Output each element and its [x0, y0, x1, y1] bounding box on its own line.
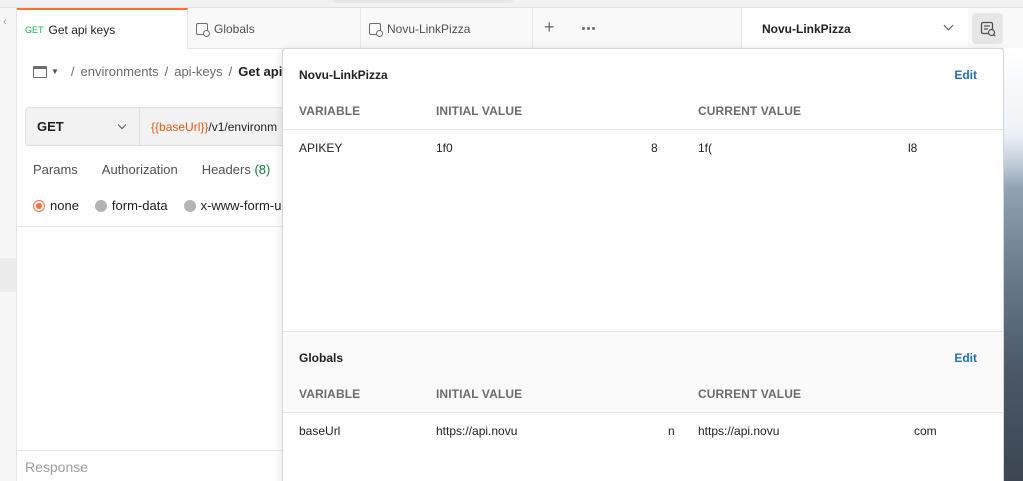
tab-label: Novu-LinkPizza — [387, 21, 471, 36]
edit-globals-link[interactable]: Edit — [954, 351, 977, 365]
initial-value-start[interactable]: 1f0 — [436, 141, 453, 155]
environment-icon — [196, 22, 210, 37]
collection-icon[interactable] — [33, 65, 47, 78]
variable-name[interactable]: baseUrl — [299, 424, 340, 438]
column-header-current-value: CURRENT VALUE — [698, 104, 802, 118]
response-label: Response — [25, 459, 89, 475]
request-name[interactable]: Get api — [238, 64, 282, 79]
body-option-label: x-www-form-u — [200, 198, 282, 213]
caret-down-icon[interactable]: ▼ — [51, 67, 59, 76]
sidebar-selected-item[interactable] — [0, 258, 16, 292]
response-divider[interactable] — [17, 450, 283, 451]
breadcrumb-item-api-keys[interactable]: api-keys — [174, 64, 222, 79]
breadcrumb-item-environments[interactable]: environments — [81, 64, 159, 79]
window-drag-region — [333, 0, 513, 3]
radio-icon — [183, 199, 196, 212]
body-option-none[interactable]: none — [33, 198, 79, 213]
divider — [17, 226, 283, 227]
breadcrumb-separator: / — [164, 64, 169, 79]
new-tab-plus-icon[interactable]: + — [544, 18, 555, 36]
environment-quick-look-button[interactable] — [972, 13, 1003, 44]
chevron-down-icon — [117, 120, 127, 130]
tab-globals[interactable]: Globals — [188, 8, 361, 49]
radio-icon — [94, 199, 107, 212]
breadcrumb-separator: / — [70, 64, 75, 79]
variable-name[interactable]: APIKEY — [299, 141, 342, 155]
current-value-end[interactable]: l8 — [908, 141, 917, 155]
environment-section: Novu-LinkPizza Edit VARIABLE INITIAL VAL… — [283, 49, 1003, 331]
method-select-value: GET — [37, 119, 64, 134]
tab-get-api-keys[interactable]: GET Get api keys — [17, 8, 188, 49]
tab-label: Globals — [214, 21, 255, 36]
tab-headers-label: Headers — [201, 162, 251, 177]
chevron-down-icon — [943, 20, 954, 31]
breadcrumb: ▼ / environments / api-keys / Get api — [33, 64, 282, 79]
table-row — [283, 413, 1003, 481]
column-header-variable: VARIABLE — [299, 104, 361, 118]
tab-params[interactable]: Params — [33, 162, 78, 177]
tab-novu-linkpizza[interactable]: Novu-LinkPizza — [361, 8, 533, 49]
initial-value-start[interactable]: https://api.novu — [436, 424, 517, 438]
request-tabs: Params Authorization Headers (8) — [33, 162, 270, 177]
body-type-options: none form-data x-www-form-u — [33, 198, 281, 213]
environment-selector-value: Novu-LinkPizza — [762, 21, 851, 36]
globals-section: Globals Edit VARIABLE INITIAL VALUE CURR… — [283, 331, 1003, 481]
environment-title: Novu-LinkPizza — [299, 68, 388, 82]
desktop-background — [1004, 48, 1023, 481]
initial-value-end[interactable]: n — [668, 424, 675, 438]
url-path: /v1/environm — [208, 119, 278, 134]
more-tabs-icon[interactable] — [582, 27, 595, 30]
tab-method-badge: GET — [25, 24, 44, 35]
divider — [283, 129, 1003, 130]
edit-environment-link[interactable]: Edit — [954, 68, 977, 82]
body-option-x-www-form-urlencoded[interactable]: x-www-form-u — [183, 198, 282, 213]
url-bar: GET {{baseUrl}}/v1/environm — [25, 107, 283, 146]
environment-selector[interactable]: Novu-LinkPizza — [741, 8, 968, 49]
column-header-initial-value: INITIAL VALUE — [436, 104, 523, 118]
environment-icon — [369, 22, 383, 37]
column-header-variable: VARIABLE — [299, 387, 361, 401]
current-value-start[interactable]: 1f( — [698, 141, 712, 155]
method-select[interactable]: GET — [25, 107, 140, 146]
globals-title: Globals — [299, 351, 344, 365]
environment-quick-look-panel: Novu-LinkPizza Edit VARIABLE INITIAL VAL… — [282, 48, 1004, 481]
initial-value-end[interactable]: 8 — [651, 141, 658, 155]
url-input[interactable]: {{baseUrl}}/v1/environm — [140, 107, 283, 146]
body-option-form-data[interactable]: form-data — [94, 198, 168, 213]
radio-selected-icon — [33, 199, 45, 212]
environment-quick-look-icon — [980, 21, 996, 37]
body-option-label: form-data — [111, 198, 168, 213]
window-top-strip — [0, 0, 1023, 8]
breadcrumb-separator: / — [228, 64, 233, 79]
body-option-label: none — [50, 198, 79, 213]
tab-headers[interactable]: Headers (8) — [202, 162, 271, 177]
current-value-start[interactable]: https://api.novu — [698, 424, 779, 438]
collapse-chevron-icon[interactable]: ‹ — [3, 16, 7, 28]
left-sidebar-edge: ‹ — [0, 8, 17, 481]
divider — [283, 412, 1003, 413]
current-value-end[interactable]: com — [914, 424, 937, 438]
headers-count: (8) — [254, 162, 271, 177]
tab-label: Get api keys — [48, 22, 116, 37]
url-variable: {{baseUrl}} — [151, 119, 209, 134]
tab-authorization[interactable]: Authorization — [102, 162, 178, 177]
column-header-current-value: CURRENT VALUE — [698, 387, 802, 401]
column-header-initial-value: INITIAL VALUE — [436, 387, 523, 401]
